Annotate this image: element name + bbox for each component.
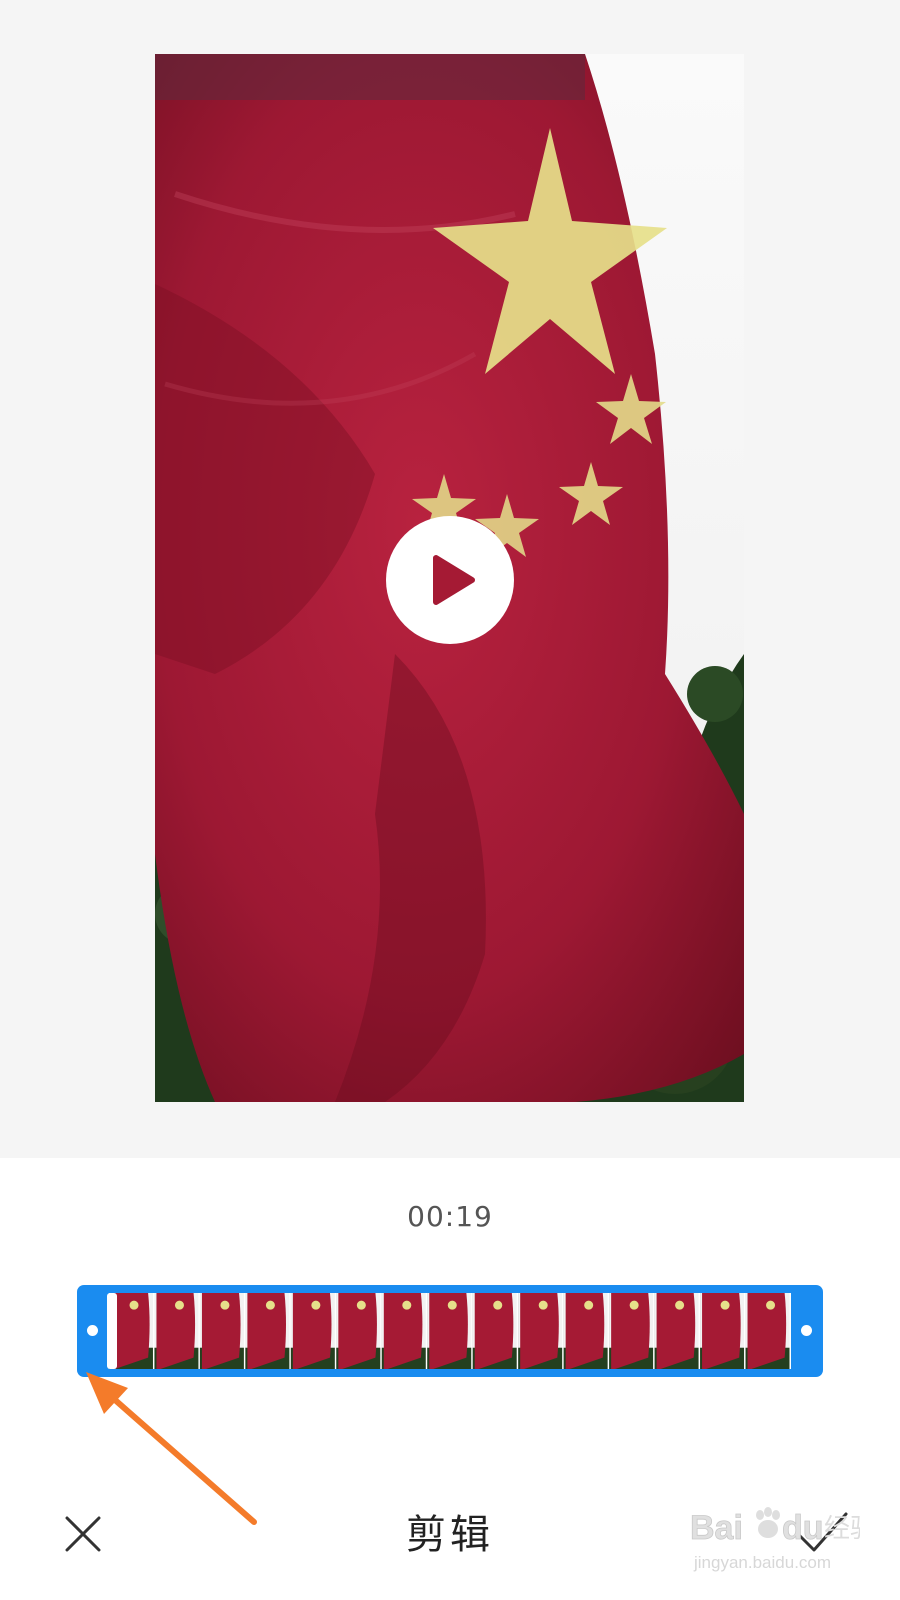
video-duration: 00:19 — [407, 1200, 493, 1233]
filmstrip-frame — [290, 1293, 337, 1369]
confirm-button[interactable] — [790, 1500, 854, 1564]
screen-title: 剪辑 — [406, 1512, 494, 1558]
filmstrip-frame — [745, 1293, 791, 1369]
bottom-action-bar: 剪辑 — [0, 1480, 900, 1580]
video-preview-area — [0, 0, 900, 1158]
filmstrip-frame — [336, 1293, 382, 1369]
filmstrip-frame — [472, 1293, 519, 1369]
play-icon — [433, 555, 475, 605]
trim-bar[interactable] — [77, 1285, 823, 1377]
trim-end-handle[interactable] — [791, 1285, 823, 1377]
filmstrip-frame — [700, 1293, 746, 1369]
filmstrip-frame — [563, 1293, 610, 1369]
filmstrip-frame — [654, 1293, 701, 1369]
play-button[interactable] — [386, 516, 514, 644]
filmstrip-frame — [609, 1293, 655, 1369]
filmstrip-frame — [381, 1293, 428, 1369]
trim-start-handle[interactable] — [77, 1285, 109, 1377]
filmstrip[interactable] — [109, 1293, 791, 1369]
filmstrip-frame — [518, 1293, 564, 1369]
playhead-marker[interactable] — [107, 1293, 117, 1369]
filmstrip-frame — [154, 1293, 200, 1369]
check-icon — [796, 1512, 848, 1552]
filmstrip-frame — [245, 1293, 291, 1369]
handle-dot — [87, 1325, 98, 1336]
filmstrip-frame — [199, 1293, 246, 1369]
filmstrip-frame — [427, 1293, 473, 1369]
video-frame[interactable] — [155, 54, 744, 1102]
filmstrip-frames — [109, 1293, 791, 1369]
handle-dot — [801, 1325, 812, 1336]
